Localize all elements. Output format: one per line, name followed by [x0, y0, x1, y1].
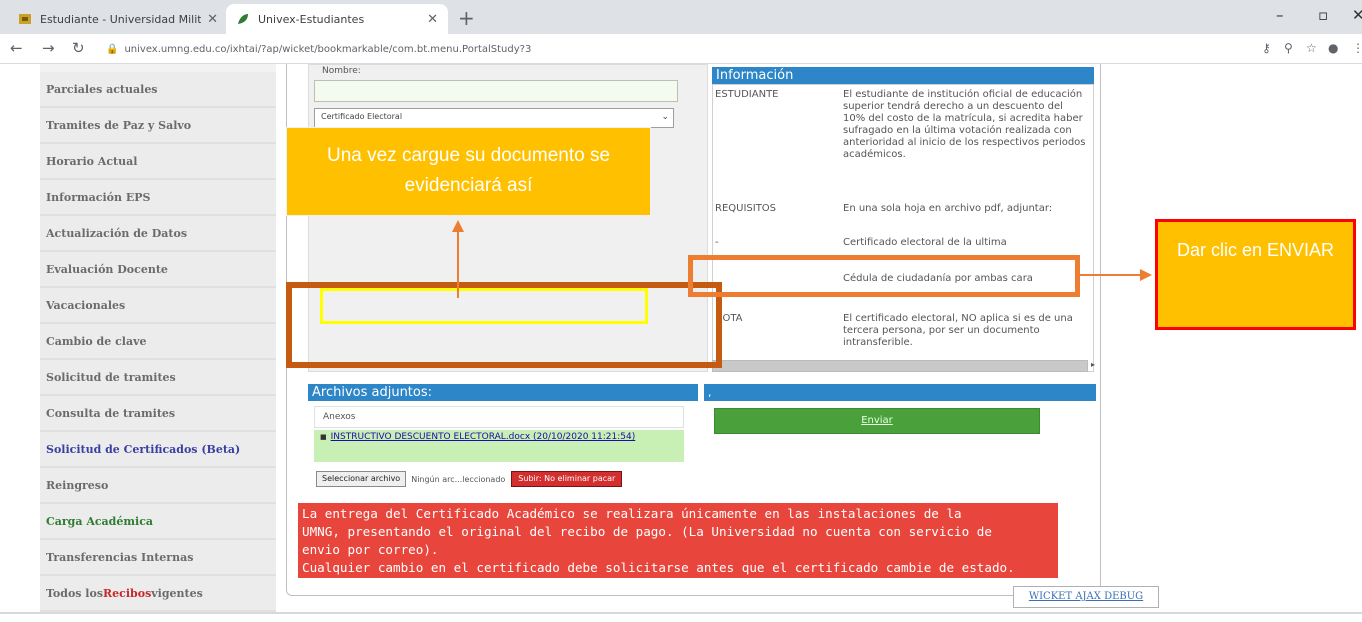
- sidebar-item-parciales[interactable]: Parciales actuales: [40, 72, 276, 108]
- anexo-list-item: ■ INSTRUCTIVO DESCUENTO ELECTORAL.docx (2…: [314, 430, 684, 462]
- sidebar-item-horario[interactable]: Horario Actual: [40, 144, 276, 180]
- star-icon[interactable]: ☆: [1306, 41, 1317, 55]
- anexo-file-link[interactable]: INSTRUCTIVO DESCUENTO ELECTORAL.docx (20…: [331, 432, 636, 442]
- window-close-icon[interactable]: ✕: [1352, 6, 1362, 24]
- attachments-right-header: ,: [704, 384, 1096, 401]
- profile-icon[interactable]: ●: [1328, 41, 1338, 55]
- recibos-suffix: vigentes: [151, 586, 203, 600]
- browser-tab-bar: Estudiante - Universidad Milita ✕ Univex…: [0, 0, 1362, 34]
- nombre-input[interactable]: [314, 80, 678, 102]
- maximize-icon[interactable]: ▫: [1318, 6, 1328, 24]
- menu-icon[interactable]: ⋮: [1352, 41, 1362, 55]
- info-key: REQUISITOS: [715, 203, 777, 214]
- wicket-debug-link[interactable]: WICKET AJAX DEBUG: [1013, 586, 1159, 608]
- sidebar-item-carga-academica[interactable]: Carga Académica: [40, 504, 276, 540]
- info-value: El certificado electoral, NO aplica si e…: [843, 313, 1073, 348]
- info-value: Certificado electoral de la ultima: [843, 237, 1007, 248]
- new-tab-icon[interactable]: +: [458, 6, 475, 30]
- close-tab-icon[interactable]: ✕: [427, 12, 438, 27]
- file-upload-row: Seleccionar archivo Ningún arc...leccion…: [316, 470, 686, 488]
- sidebar-item-recibos[interactable]: Todos los Recibos vigentes: [40, 576, 276, 612]
- tab-title: Estudiante - Universidad Milita: [40, 12, 202, 26]
- recibos-highlight: Recibos: [103, 586, 152, 600]
- sidebar-item-reingreso[interactable]: Reingreso: [40, 468, 276, 504]
- upload-button[interactable]: Subir: No eliminar pacar: [511, 471, 623, 487]
- notice-line: Cualquier cambio en el certificado debe …: [302, 560, 1015, 575]
- bottom-divider: [0, 612, 1362, 614]
- info-horizontal-scrollbar[interactable]: ▸: [712, 360, 1095, 372]
- info-key: -: [715, 237, 719, 248]
- sidebar-item-paz-y-salvo[interactable]: Tramites de Paz y Salvo: [40, 108, 276, 144]
- back-icon[interactable]: ←: [10, 39, 23, 57]
- nombre-label: Nombre:: [322, 66, 361, 76]
- key-icon[interactable]: ⚷: [1262, 41, 1271, 55]
- sidebar-item-vacacionales[interactable]: Vacacionales: [40, 288, 276, 324]
- sidebar-item-solicitud-tramites[interactable]: Solicitud de tramites: [40, 360, 276, 396]
- upload-callout: Una vez cargue su documento se evidencia…: [286, 127, 651, 216]
- notice-line: envio por correo).: [302, 542, 439, 557]
- uploaded-document-highlight-box: [320, 288, 648, 324]
- browser-tab-univex[interactable]: Univex-Estudiantes ✕: [226, 4, 448, 34]
- sidebar-item-actualizacion[interactable]: Actualización de Datos: [40, 216, 276, 252]
- cedula-row-highlight-box: [688, 255, 1080, 297]
- zoom-icon[interactable]: ⚲: [1284, 41, 1293, 55]
- certificate-type-value: Certificado Electoral: [321, 112, 403, 121]
- info-value: En una sola hoja en archivo pdf, adjunta…: [843, 203, 1053, 214]
- select-file-button[interactable]: Seleccionar archivo: [316, 471, 407, 487]
- info-body: ESTUDIANTE El estudiante de institución …: [712, 84, 1094, 372]
- notice-line: La entrega del Certificado Académico se …: [302, 506, 962, 521]
- enviar-button[interactable]: Enviar: [714, 408, 1040, 434]
- bullet-icon: ■: [320, 433, 327, 441]
- enviar-callout: Dar clic en ENVIAR: [1155, 219, 1356, 330]
- university-favicon-icon: [19, 14, 31, 24]
- right-arrow-head: [1140, 269, 1152, 281]
- browser-tab-estudiante[interactable]: Estudiante - Universidad Milita ✕: [8, 4, 228, 34]
- anexos-list-header: Anexos: [314, 406, 684, 428]
- url-text: univex.umng.edu.co/ixhtai/?ap/wicket/boo…: [124, 43, 532, 55]
- close-tab-icon[interactable]: ✕: [207, 12, 218, 27]
- sidebar-item-transferencias[interactable]: Transferencias Internas: [40, 540, 276, 576]
- sidebar-item-cambio-clave[interactable]: Cambio de clave: [40, 324, 276, 360]
- attachments-header: Archivos adjuntos:: [308, 384, 698, 401]
- sidebar-item-eps[interactable]: Información EPS: [40, 180, 276, 216]
- sidebar-menu: Parciales actuales Tramites de Paz y Sal…: [40, 64, 276, 612]
- chevron-down-icon: ⌄: [661, 112, 669, 122]
- sidebar-item-evaluacion[interactable]: Evaluación Docente: [40, 252, 276, 288]
- info-key: ESTUDIANTE: [715, 89, 779, 100]
- url-field[interactable]: 🔒 univex.umng.edu.co/ixhtai/?ap/wicket/b…: [106, 40, 786, 58]
- info-header: Información: [712, 67, 1094, 84]
- sidebar-item-certificados[interactable]: Solicitud de Certificados (Beta): [40, 432, 276, 468]
- address-bar-row: ← → ↻ 🔒 univex.umng.edu.co/ixhtai/?ap/wi…: [0, 34, 1362, 64]
- file-status-text: Ningún arc...leccionado: [411, 474, 506, 484]
- tab-title: Univex-Estudiantes: [258, 12, 365, 26]
- scroll-right-icon[interactable]: ▸: [1087, 360, 1099, 372]
- sidebar-item-consulta-tramites[interactable]: Consulta de tramites: [40, 396, 276, 432]
- leaf-favicon-icon: [238, 14, 248, 24]
- certificate-type-select[interactable]: Certificado Electoral ⌄: [314, 108, 674, 128]
- delivery-notice: La entrega del Certificado Académico se …: [298, 503, 1058, 578]
- notice-line: UMNG, presentando el original del recibo…: [302, 524, 992, 539]
- recibos-prefix: Todos los: [46, 586, 104, 600]
- reload-icon[interactable]: ↻: [72, 39, 85, 57]
- forward-icon[interactable]: →: [42, 39, 55, 57]
- info-value: El estudiante de institución oficial de …: [843, 89, 1086, 160]
- lock-icon: 🔒: [106, 43, 119, 55]
- minimize-icon[interactable]: –: [1276, 6, 1284, 24]
